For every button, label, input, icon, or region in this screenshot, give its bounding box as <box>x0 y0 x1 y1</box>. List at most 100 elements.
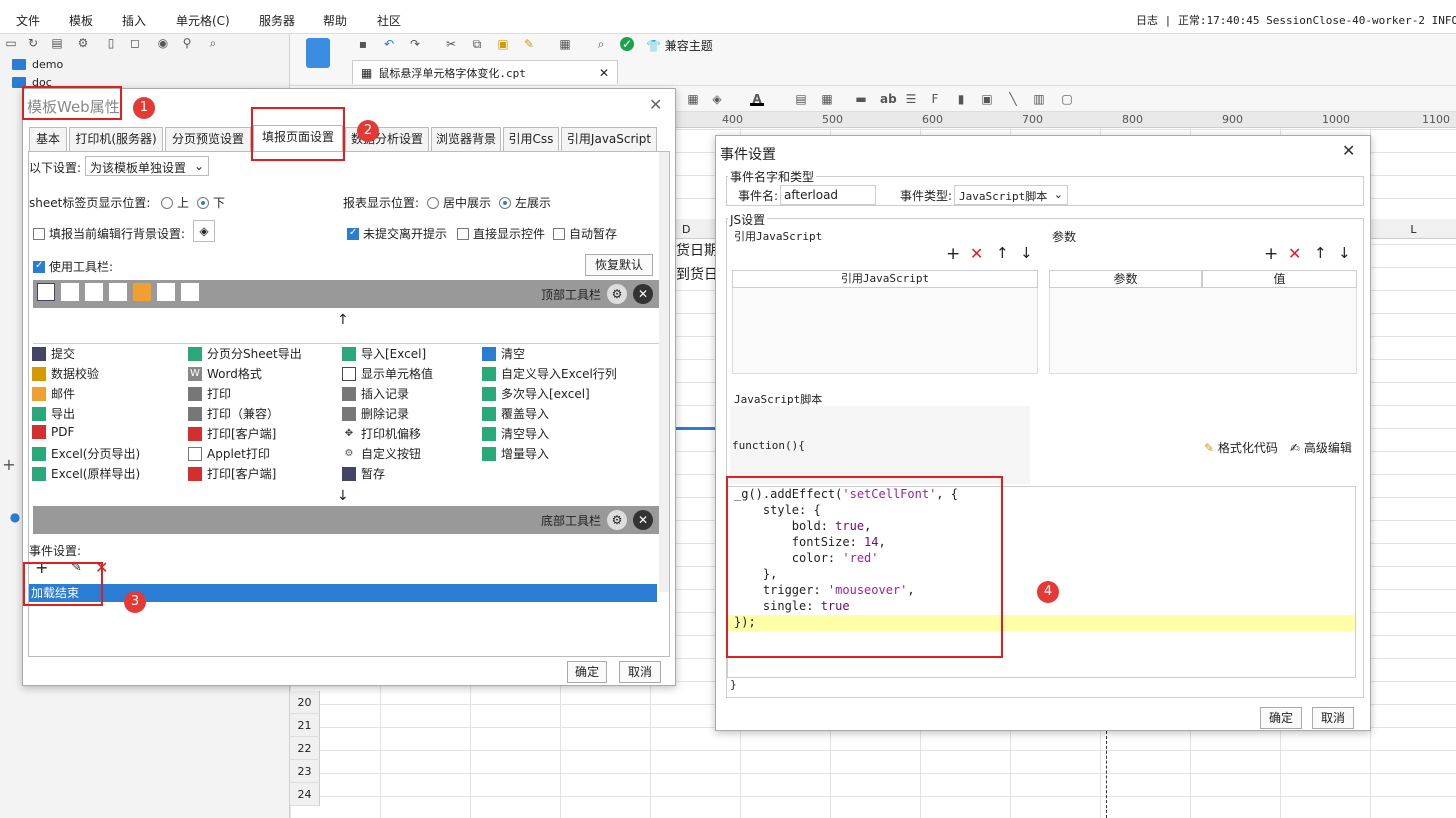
tree-icon[interactable] <box>157 283 175 301</box>
refresh-icon[interactable]: ↻ <box>26 36 40 50</box>
btn-item[interactable]: 打印（兼容） <box>188 405 279 422</box>
blank-icon[interactable] <box>181 283 199 301</box>
text-icon[interactable]: ab <box>880 92 897 106</box>
paint-bucket-icon[interactable]: ◈ <box>193 220 215 242</box>
copy-icon[interactable]: ◻ <box>128 36 142 50</box>
merge-icon[interactable]: ▤ <box>794 92 808 106</box>
image-icon[interactable]: ▣ <box>980 92 994 106</box>
slash-icon[interactable]: ╲ <box>1006 92 1020 106</box>
scrollbar[interactable] <box>659 152 669 592</box>
file-tab[interactable]: ▦ 鼠标悬浮单元格字体变化.cpt ✕ <box>352 60 618 84</box>
btn-item[interactable]: ⚙ 自定义按钮 <box>342 445 421 462</box>
unmerge-icon[interactable]: ▦ <box>820 92 834 106</box>
tab-page-preview[interactable]: 分页预览设置 <box>165 127 251 151</box>
report-left-radio[interactable]: 左展示 <box>499 194 551 211</box>
btn-item[interactable]: 插入记录 <box>342 385 409 402</box>
chart-icon[interactable]: ▮ <box>954 92 968 106</box>
btn-item[interactable]: ✥ 打印机偏移 <box>342 425 421 442</box>
close-icon[interactable]: ✕ <box>633 284 653 304</box>
menu-template[interactable]: 模板 <box>69 12 93 29</box>
sheet-position-up[interactable]: 上 <box>161 194 189 211</box>
lock-icon[interactable]: ⚙ <box>76 36 90 50</box>
paste-icon[interactable]: ▣ <box>496 37 510 51</box>
btn-item[interactable]: Excel(分页导出) <box>32 445 140 462</box>
preview-icon[interactable]: ▦ <box>558 37 572 51</box>
btn-item[interactable]: 邮件 <box>32 385 75 402</box>
use-toolbar-checkbox[interactable]: 使用工具栏: <box>33 258 113 275</box>
tab-browser-bg[interactable]: 浏览器背景 <box>431 127 501 151</box>
event-name-input[interactable]: afterload <box>780 185 876 205</box>
save-icon[interactable]: ▪ <box>356 37 370 51</box>
tab-javascript[interactable]: 引用JavaScript <box>561 127 657 151</box>
btn-item[interactable]: Applet打印 <box>188 445 270 462</box>
btn-item[interactable]: 打印[客户端] <box>188 425 276 442</box>
sheet-position-down[interactable]: 下 <box>197 194 225 211</box>
gear-icon[interactable]: ⚙ <box>607 284 627 304</box>
cell-arrival-date[interactable]: 到货日 <box>676 264 718 284</box>
move-down-icon[interactable]: ↓ <box>1338 244 1351 262</box>
cell-ship-date[interactable]: 货日期 <box>676 240 718 260</box>
edit-icon[interactable]: ▤ <box>50 36 64 50</box>
menu-help[interactable]: 帮助 <box>323 12 347 29</box>
menu-cell[interactable]: 单元格(C) <box>176 12 230 29</box>
subreport-icon[interactable]: ▥ <box>1032 92 1046 106</box>
formula-icon[interactable]: F <box>928 92 942 106</box>
ok-icon[interactable]: ✓ <box>620 37 634 51</box>
event-type-select[interactable]: JavaScript脚本 ⌄ <box>954 185 1068 205</box>
add-icon[interactable]: + <box>946 244 960 264</box>
print-icon[interactable] <box>85 283 103 301</box>
arrow-down-icon[interactable]: ↓ <box>337 488 349 504</box>
widget-icon[interactable]: ▬ <box>854 92 868 106</box>
close-icon[interactable]: ✕ <box>649 95 662 114</box>
menu-server[interactable]: 服务器 <box>259 12 295 29</box>
tab-css[interactable]: 引用Css <box>503 127 559 151</box>
add-icon[interactable]: + <box>1264 244 1278 264</box>
format-code-button[interactable]: ✎ 格式化代码 <box>1204 439 1278 456</box>
cancel-button[interactable]: 取消 <box>619 661 661 683</box>
btn-item[interactable]: 删除记录 <box>342 405 409 422</box>
tab-printer[interactable]: 打印机(服务器) <box>69 127 163 151</box>
btn-item[interactable]: 清空 <box>482 345 525 362</box>
row-header[interactable]: 22 <box>290 737 320 760</box>
menu-community[interactable]: 社区 <box>377 12 401 29</box>
filter-icon[interactable]: ⚲ <box>180 36 194 50</box>
close-icon[interactable]: ✕ <box>633 510 653 530</box>
close-icon[interactable]: ✕ <box>1342 141 1355 160</box>
btn-item[interactable]: 清空导入 <box>482 425 549 442</box>
btn-item[interactable]: W Word格式 <box>188 365 262 382</box>
check-icon[interactable]: ⌕ <box>594 37 608 51</box>
move-up-icon[interactable]: ↑ <box>996 244 1009 262</box>
undo-icon[interactable]: ↶ <box>382 37 396 51</box>
submit-icon[interactable] <box>37 283 55 301</box>
redo-icon[interactable]: ↷ <box>408 37 422 51</box>
btn-item[interactable]: PDF <box>32 425 74 439</box>
arrow-up-icon[interactable]: ↑ <box>337 312 349 328</box>
cut-icon[interactable]: ✂ <box>444 37 458 51</box>
btn-item[interactable]: 打印 <box>188 385 231 402</box>
direct-show-checkbox[interactable]: 直接显示控件 <box>457 225 545 242</box>
ok-button[interactable]: 确定 <box>1260 707 1302 729</box>
btn-item[interactable]: Excel(原样导出) <box>32 465 140 482</box>
font-color-icon[interactable]: A <box>750 92 764 106</box>
theme-button[interactable]: 👕 兼容主题 <box>646 37 713 54</box>
delete-icon[interactable]: ▯ <box>104 36 118 50</box>
unsubmitted-warning-checkbox[interactable]: 未提交离开提示 <box>347 225 447 242</box>
tab-basic[interactable]: 基本 <box>29 127 67 151</box>
btn-item[interactable]: 导出 <box>32 405 75 422</box>
cell-element-icon[interactable]: ▢ <box>1060 92 1074 106</box>
row-header[interactable]: 24 <box>290 783 320 806</box>
delete-icon[interactable]: ✕ <box>970 244 983 263</box>
new-folder-icon[interactable]: ▭ <box>4 36 18 50</box>
database-icon[interactable]: ● <box>8 510 22 524</box>
ok-button[interactable]: 确定 <box>567 661 607 683</box>
btn-item[interactable]: 显示单元格值 <box>342 365 433 382</box>
border-icon[interactable]: ▦ <box>686 92 700 106</box>
btn-item[interactable]: 暂存 <box>342 465 385 482</box>
add-icon[interactable]: + <box>2 457 16 473</box>
row-header[interactable]: 21 <box>290 714 320 737</box>
row-bg-checkbox[interactable]: 填报当前编辑行背景设置: <box>33 225 185 242</box>
row-header[interactable]: 20 <box>290 691 320 714</box>
move-down-icon[interactable]: ↓ <box>1020 244 1033 262</box>
btn-item[interactable]: 打印[客户端] <box>188 465 276 482</box>
mail-icon[interactable] <box>133 283 151 301</box>
